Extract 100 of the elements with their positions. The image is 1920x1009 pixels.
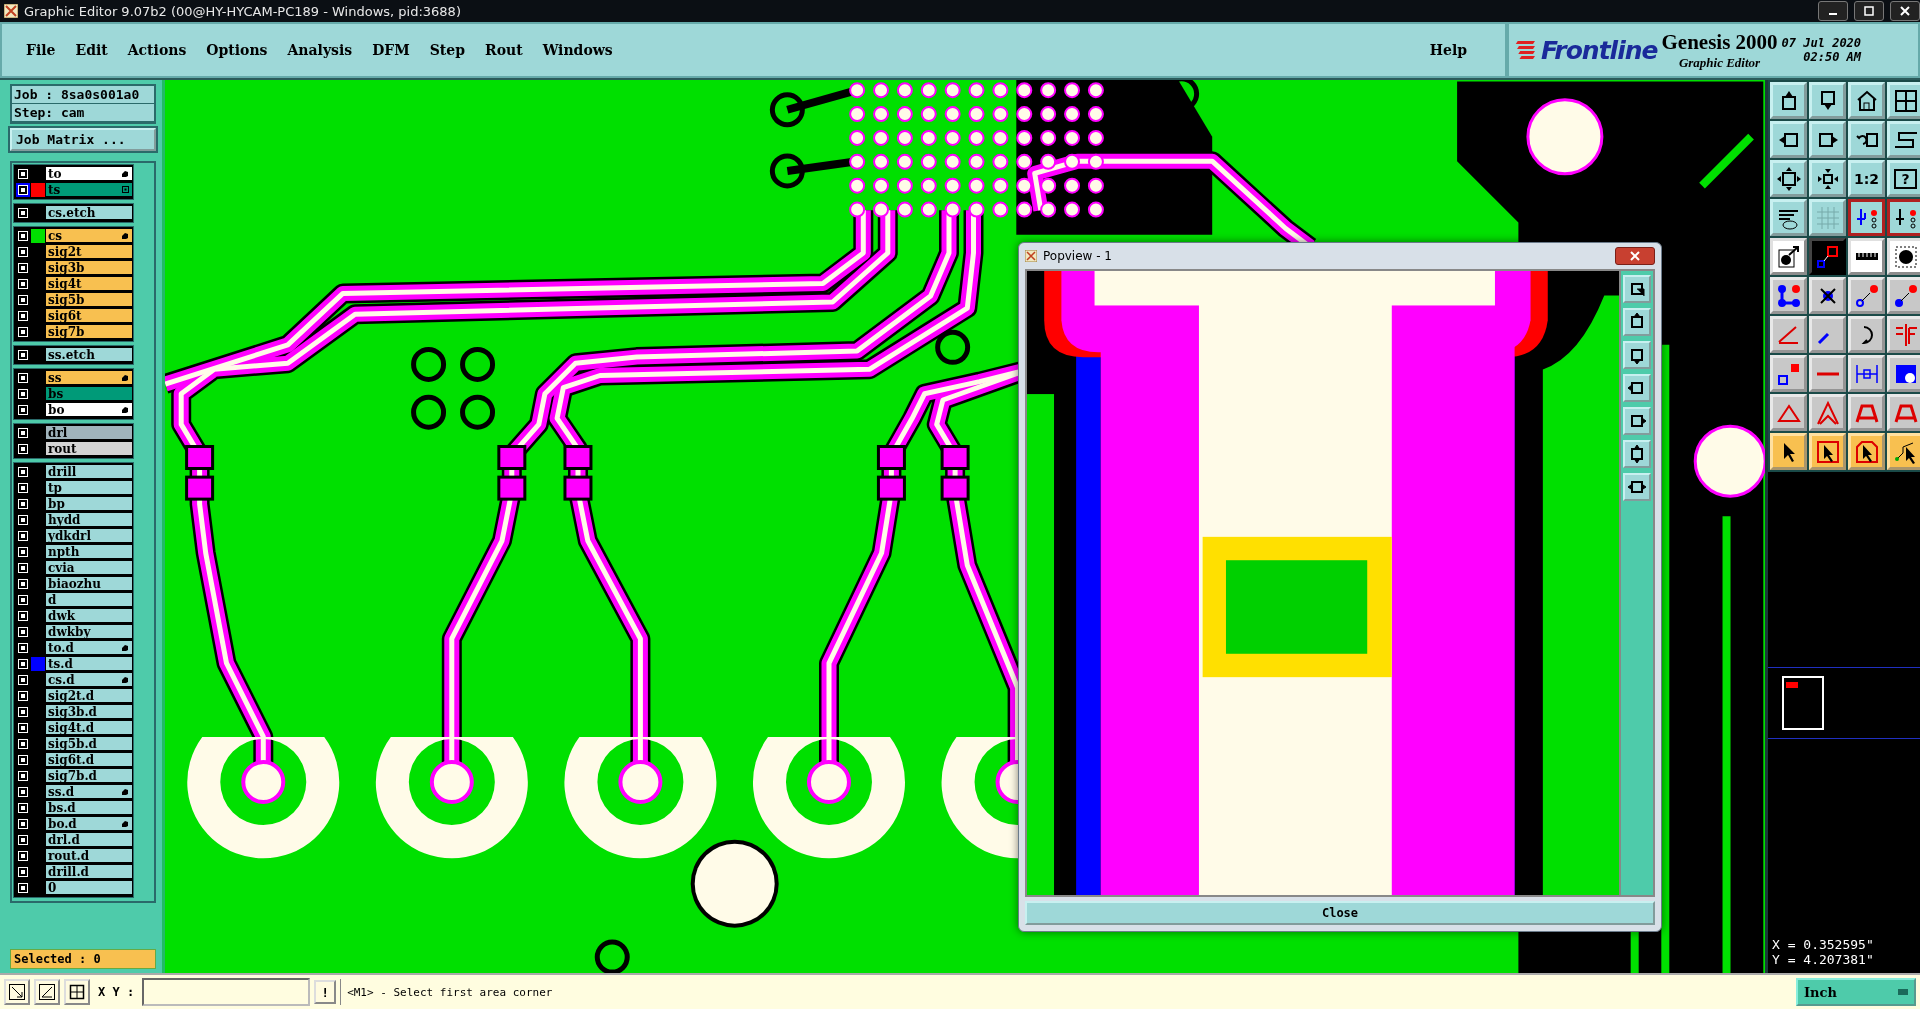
menu-item[interactable]: Help [1429,42,1467,58]
layer-item[interactable]: sig5b.d [46,737,132,751]
layer-item[interactable]: bo.d [46,817,132,831]
layer-name: ts.d [48,656,73,671]
layer-item[interactable]: drl.d [46,833,132,847]
layer-item[interactable]: drl [46,426,132,440]
squares-link-icon[interactable] [1770,355,1807,392]
cursor-icon[interactable] [1809,433,1846,470]
menu-item[interactable]: Edit [75,42,108,58]
layer-item[interactable]: cvia [46,561,132,575]
menu-item[interactable]: Analysis [287,42,353,58]
dot-link-icon[interactable] [1848,277,1885,314]
shrink-icon[interactable] [1809,160,1846,197]
layer-item[interactable]: biaozhu [46,577,132,591]
menu-item[interactable]: DFM [372,42,410,58]
layer-item[interactable]: ts.d [46,657,132,671]
layer-name: npth [48,544,80,559]
layer-item[interactable]: sig6t.d [46,753,132,767]
layer-item[interactable]: sig4t.d [46,721,132,735]
circles-icon[interactable] [1887,355,1920,392]
area-select-icon[interactable] [1809,238,1846,275]
home-icon[interactable] [1848,82,1885,119]
layer-item[interactable]: ss.d [46,785,132,799]
cursor-icon[interactable] [1887,433,1920,470]
male-symbol-icon[interactable] [1770,238,1807,275]
circuit-icon[interactable] [1848,199,1885,236]
shrink-icon[interactable] [1623,473,1651,501]
dot-frame-icon[interactable] [1887,238,1920,275]
zigzag-path-icon[interactable] [1887,121,1920,158]
layer-item[interactable]: drill [46,465,132,479]
layer-item[interactable]: bs.d [46,801,132,815]
ruler-icon[interactable] [1848,238,1885,275]
job-matrix-button[interactable]: Job Matrix ... [10,128,156,151]
tools-icon[interactable] [1770,199,1807,236]
layer-name: sig5b [48,292,85,307]
close-button[interactable] [1890,1,1920,21]
maximize-button[interactable] [1854,1,1884,21]
expand-icon[interactable] [1623,440,1651,468]
menu-item[interactable]: Step [429,42,465,58]
layer-item[interactable]: npth [46,545,132,559]
layer-item[interactable]: rout [46,442,132,456]
close-button[interactable] [1615,247,1655,265]
layer-item[interactable]: ts [46,183,132,197]
ratio-button[interactable]: 1:2 [1848,160,1885,197]
circuit-icon[interactable] [1887,199,1920,236]
layer-item[interactable]: dwkby [46,625,132,639]
nodes-icon[interactable] [1770,277,1807,314]
layer-item[interactable]: d [46,593,132,607]
layer-item[interactable]: 0 [46,881,132,895]
menu-item[interactable]: Rout [485,42,523,58]
close-icon [1630,251,1640,261]
grid-window-icon[interactable] [64,979,90,1005]
dot-link-icon[interactable] [1887,277,1920,314]
layer-item[interactable]: cs.d [46,673,132,687]
menu-item[interactable]: Options [206,42,268,58]
menu-item[interactable]: Windows [542,42,613,58]
arch-icon[interactable] [1887,394,1920,431]
layer-item[interactable]: sig7b [46,325,132,339]
xy-input-field[interactable] [142,978,311,1006]
dimension-icon[interactable] [1848,355,1885,392]
layer-item[interactable]: ss.etch [46,348,132,362]
arch-icon[interactable] [1848,394,1885,431]
expand-icon[interactable] [1770,160,1807,197]
layer-item[interactable]: to [46,167,132,181]
layer-item[interactable]: sig6t [46,309,132,323]
layer-item[interactable]: hydd [46,513,132,527]
alert-button[interactable]: ! [314,980,337,1004]
layer-item[interactable]: sig2t.d [46,689,132,703]
layer-item[interactable]: sig3b.d [46,705,132,719]
layer-item[interactable]: sig2t [46,245,132,259]
minimap-frame[interactable] [1782,675,1824,730]
layer-item[interactable]: ss [46,371,132,385]
layer-item[interactable]: sig3b [46,261,132,275]
mirror-icon[interactable] [1887,316,1920,353]
undo-box-icon[interactable] [1848,121,1885,158]
layer-item[interactable]: sig4t [46,277,132,291]
layer-item[interactable]: cs [46,229,132,243]
layer-item[interactable]: sig5b [46,293,132,307]
units-dropdown[interactable]: Inch [1796,978,1916,1006]
layer-item[interactable]: ydkdrl [46,529,132,543]
layer-item[interactable]: bp [46,497,132,511]
grid-window-icon[interactable] [1887,82,1920,119]
layer-item[interactable]: bs [46,387,132,401]
menu-item[interactable]: Actions [127,42,187,58]
layer-item[interactable]: drill.d [46,865,132,879]
layer-item[interactable]: sig7b.d [46,769,132,783]
layer-name: to [48,166,62,181]
cursor-icon[interactable] [1770,433,1807,470]
cursor-icon[interactable] [1848,433,1885,470]
layer-item[interactable]: cs.etch [46,206,132,220]
close-button[interactable]: Close [1025,901,1655,925]
layer-item[interactable]: bo [46,403,132,417]
zoom-window-icon[interactable] [1623,275,1651,303]
layer-item[interactable]: dwk [46,609,132,623]
menu-item[interactable]: File [26,42,56,58]
minimize-button[interactable] [1818,1,1848,21]
layer-item[interactable]: rout.d [46,849,132,863]
layer-item[interactable]: to.d [46,641,132,655]
angle-icon[interactable] [34,979,60,1005]
help-button[interactable]: ? [1887,160,1920,197]
